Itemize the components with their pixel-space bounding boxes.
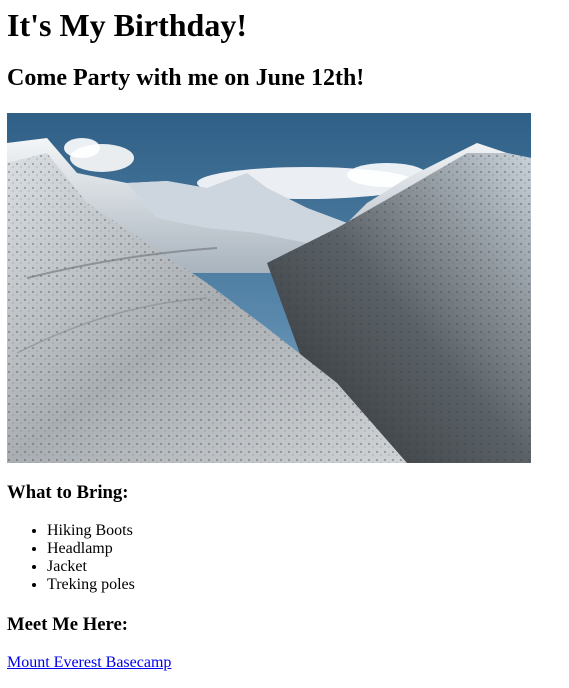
bring-list: Hiking Boots Headlamp Jacket Treking pol… [7, 522, 135, 594]
list-item: Treking poles [47, 576, 135, 594]
list-item: Jacket [47, 558, 135, 576]
meet-me-heading: Meet Me Here: [7, 614, 129, 635]
list-item: Headlamp [47, 540, 135, 558]
what-to-bring-heading: What to Bring: [7, 482, 129, 503]
list-item: Hiking Boots [47, 522, 135, 540]
page-title: It's My Birthday! [7, 7, 247, 43]
mountain-photo [7, 113, 531, 463]
mountain-landscape-icon [7, 113, 531, 463]
basecamp-link[interactable]: Mount Everest Basecamp [7, 653, 171, 672]
page-subtitle: Come Party with me on June 12th! [7, 65, 365, 91]
